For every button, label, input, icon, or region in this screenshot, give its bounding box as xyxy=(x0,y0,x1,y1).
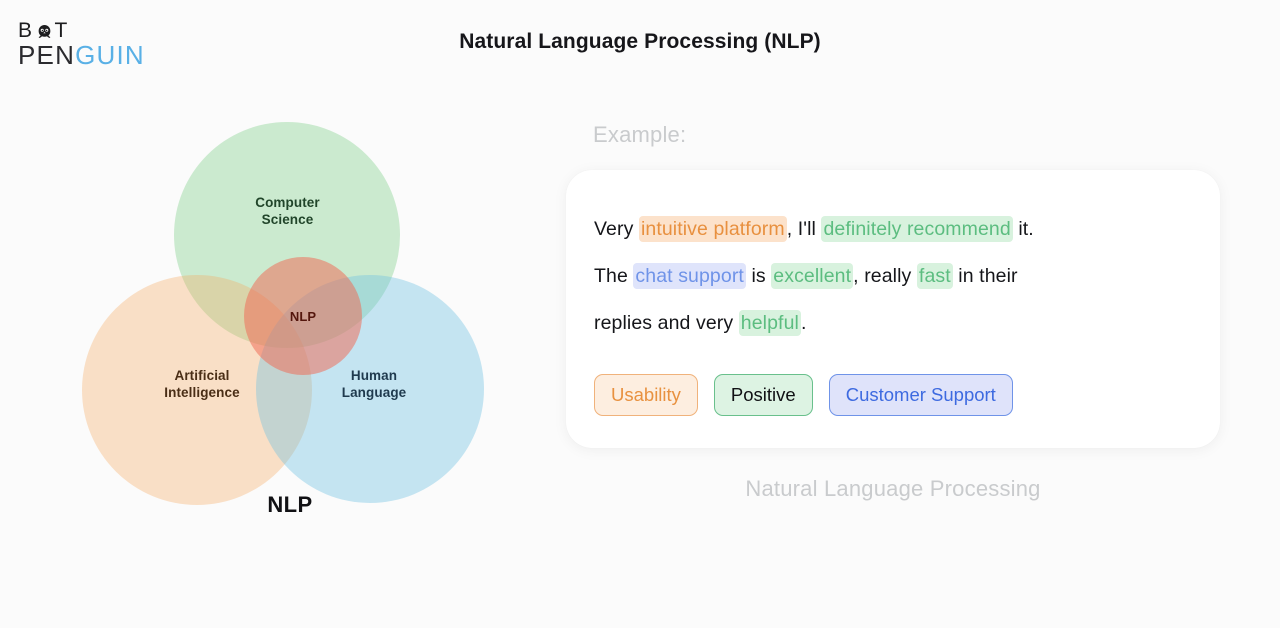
example-sentence-line-3: replies and very helpful. xyxy=(594,300,1200,347)
venn-label-computer-science-line2: Science xyxy=(261,212,314,227)
text-plain: , really xyxy=(853,265,917,287)
text-plain: . xyxy=(800,312,807,334)
text-plain: in their xyxy=(952,265,1018,287)
venn-label-artificial-intelligence-line2: Intelligence xyxy=(164,385,240,400)
tag-usability[interactable]: Usability xyxy=(594,374,698,416)
entity-intuitive-platform: intuitive platform xyxy=(638,216,787,242)
venn-label-computer-science-line1: Computer xyxy=(255,195,320,210)
text-plain: The xyxy=(594,265,634,287)
tag-positive[interactable]: Positive xyxy=(713,374,813,416)
venn-label-artificial-intelligence: Artificial Intelligence xyxy=(132,367,272,401)
venn-label-artificial-intelligence-line1: Artificial xyxy=(174,368,230,383)
entity-definitely-recommend: definitely recommend xyxy=(821,216,1013,242)
venn-caption: NLP xyxy=(267,492,313,517)
tag-list: Usability Positive Customer Support xyxy=(594,374,1013,416)
example-caption: Natural Language Processing xyxy=(745,476,1041,501)
venn-label-computer-science: Computer Science xyxy=(220,194,355,228)
page-title: Natural Language Processing (NLP) xyxy=(459,30,821,53)
venn-diagram: Computer Science Artificial Intelligence… xyxy=(70,112,510,532)
example-sentence-line-1: Very intuitive platform, I'll definitely… xyxy=(594,206,1200,253)
entity-excellent: excellent xyxy=(771,263,854,289)
venn-label-human-language-line1: Human xyxy=(350,368,398,383)
example-sentence-line-2: The chat support is excellent, really fa… xyxy=(594,253,1200,300)
text-plain: Very xyxy=(594,218,639,240)
example-label: Example: xyxy=(593,122,687,147)
example-sentence: Very intuitive platform, I'll definitely… xyxy=(594,206,1200,347)
venn-label-human-language-line2: Language xyxy=(341,385,407,400)
entity-helpful: helpful xyxy=(738,310,801,336)
tag-customer-support[interactable]: Customer Support xyxy=(828,374,1013,416)
venn-label-human-language: Human Language xyxy=(304,367,444,401)
text-plain: is xyxy=(745,265,772,287)
text-plain: , I'll xyxy=(786,218,822,240)
venn-stage: Computer Science Artificial Intelligence… xyxy=(70,112,510,505)
entity-chat-support: chat support xyxy=(633,263,746,289)
entity-fast: fast xyxy=(916,263,953,289)
text-plain: it. xyxy=(1012,218,1034,240)
text-plain: replies and very xyxy=(594,312,739,334)
venn-label-nlp: NLP xyxy=(289,309,317,324)
example-card: Very intuitive platform, I'll definitely… xyxy=(566,170,1220,448)
